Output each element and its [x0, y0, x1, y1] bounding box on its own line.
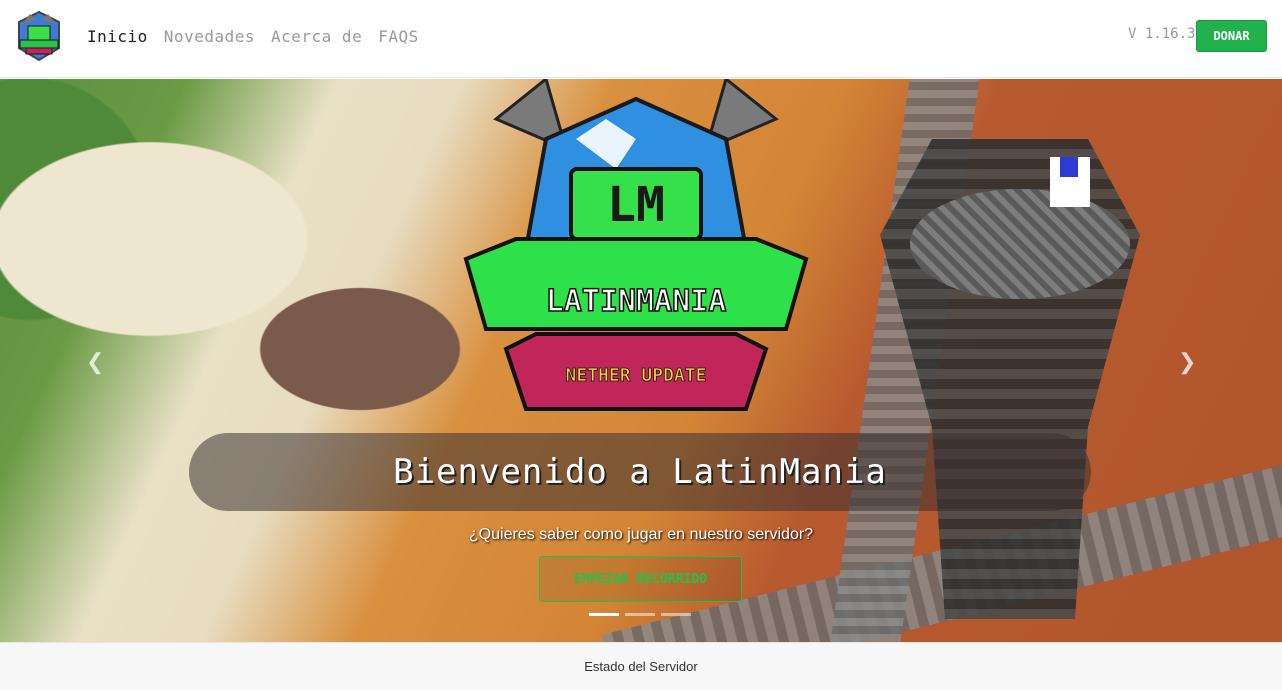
site-logo[interactable]: [14, 10, 64, 62]
chevron-right-icon[interactable]: ❯: [1178, 349, 1196, 375]
logo-subbanner: NETHER UPDATE: [566, 365, 707, 386]
nav-faqs[interactable]: FAQS: [378, 27, 419, 46]
version-label: V 1.16.3: [1128, 26, 1196, 42]
navbar: Inicio Novedades Acerca de FAQS V 1.16.3…: [0, 0, 1282, 78]
background-tower-top: [910, 189, 1130, 299]
carousel-indicator[interactable]: [625, 613, 655, 616]
chevron-left-icon[interactable]: ❮: [86, 349, 104, 375]
nav-acerca-de[interactable]: Acerca de: [271, 27, 362, 46]
start-tour-button[interactable]: EMPEZAR RECORRIDO: [539, 556, 742, 602]
hero-logo: LM LATINMANIA NETHER UPDATE: [463, 79, 809, 411]
server-status-bar: Estado del Servidor: [0, 642, 1282, 690]
server-status-label[interactable]: Estado del Servidor: [584, 659, 697, 674]
carousel-indicator[interactable]: [661, 613, 691, 616]
background-flag: [1050, 157, 1090, 207]
main-nav: Inicio Novedades Acerca de FAQS: [87, 27, 419, 46]
carousel-indicator[interactable]: [589, 613, 619, 616]
donate-button[interactable]: DONAR: [1196, 20, 1267, 52]
logo-monogram: LM: [607, 177, 665, 233]
nav-inicio[interactable]: Inicio: [87, 27, 148, 46]
hero-subtitle: ¿Quieres saber como jugar en nuestro ser…: [468, 526, 814, 543]
nav-novedades[interactable]: Novedades: [164, 27, 255, 46]
logo-banner: LATINMANIA: [546, 284, 727, 319]
hero-title: Bienvenido a LatinMania: [393, 452, 887, 492]
carousel-indicators: [589, 613, 691, 616]
